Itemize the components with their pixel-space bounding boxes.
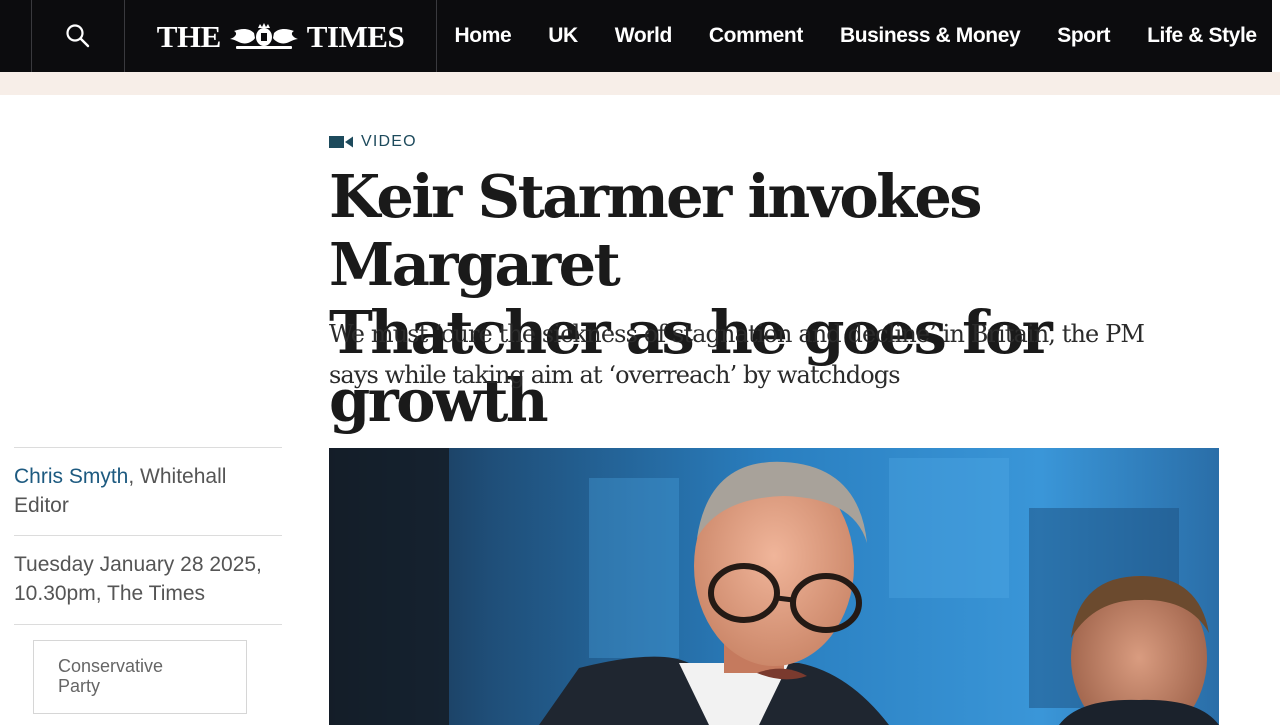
byline: Chris Smyth, Whitehall Editor [14,462,282,520]
nav-item-comment[interactable]: Comment [690,24,821,48]
header-divider-band [0,72,1280,95]
nav-item-sport[interactable]: Sport [1039,24,1129,48]
nav-item-life-style[interactable]: Life & Style [1129,24,1257,48]
topic-tag-line-2: Party [58,676,101,696]
topic-tag-line-1: Conservative [58,656,164,676]
kicker-label: VIDEO [361,133,417,150]
article-hero-image[interactable] [329,448,1219,725]
nav-item-business-money[interactable]: Business & Money [821,24,1038,48]
sidebar-divider [14,535,282,536]
nav-item-world[interactable]: World [596,24,690,48]
search-button[interactable] [32,0,124,72]
logo-word-times: TIMES [306,18,405,54]
article-standfirst: We must ‘cure the sickness of stagnation… [329,314,1229,396]
nav-item-home[interactable]: Home [436,24,530,48]
sidebar-divider [14,624,282,625]
logo-word-the: THE [156,18,221,54]
video-camera-icon [329,136,353,148]
top-navigation-bar: THE TIMES Home UK World Comment Business… [0,0,1280,72]
sidebar-divider [14,447,282,448]
topic-tag-conservative-party[interactable]: Conservative Party [33,640,247,714]
dateline-line-1: Tuesday January 28 2025, [14,553,262,576]
search-icon [66,24,90,48]
publication-dateline: Tuesday January 28 2025, 10.30pm, The Ti… [14,550,282,608]
section-nav: Home UK World Comment Business & Money S… [436,0,1258,72]
nav-item-uk[interactable]: UK [530,24,597,48]
dateline-line-2: 10.30pm, The Times [14,582,206,605]
video-kicker[interactable]: VIDEO [329,133,417,151]
scrollbar-gutter [1272,0,1280,72]
royal-crest-icon [229,23,298,49]
author-role-continued: Editor [14,494,69,517]
headline-line-1: Keir Starmer invokes Margaret [329,162,983,299]
standfirst-line-2: says while taking aim at ‘overreach’ by … [329,361,901,389]
hero-photo [329,448,1219,725]
author-role: , Whitehall [128,465,227,488]
author-link[interactable]: Chris Smyth [14,465,128,488]
standfirst-line-1: We must ‘cure the sickness of stagnation… [329,320,1145,348]
the-times-logo[interactable]: THE TIMES [125,0,436,72]
